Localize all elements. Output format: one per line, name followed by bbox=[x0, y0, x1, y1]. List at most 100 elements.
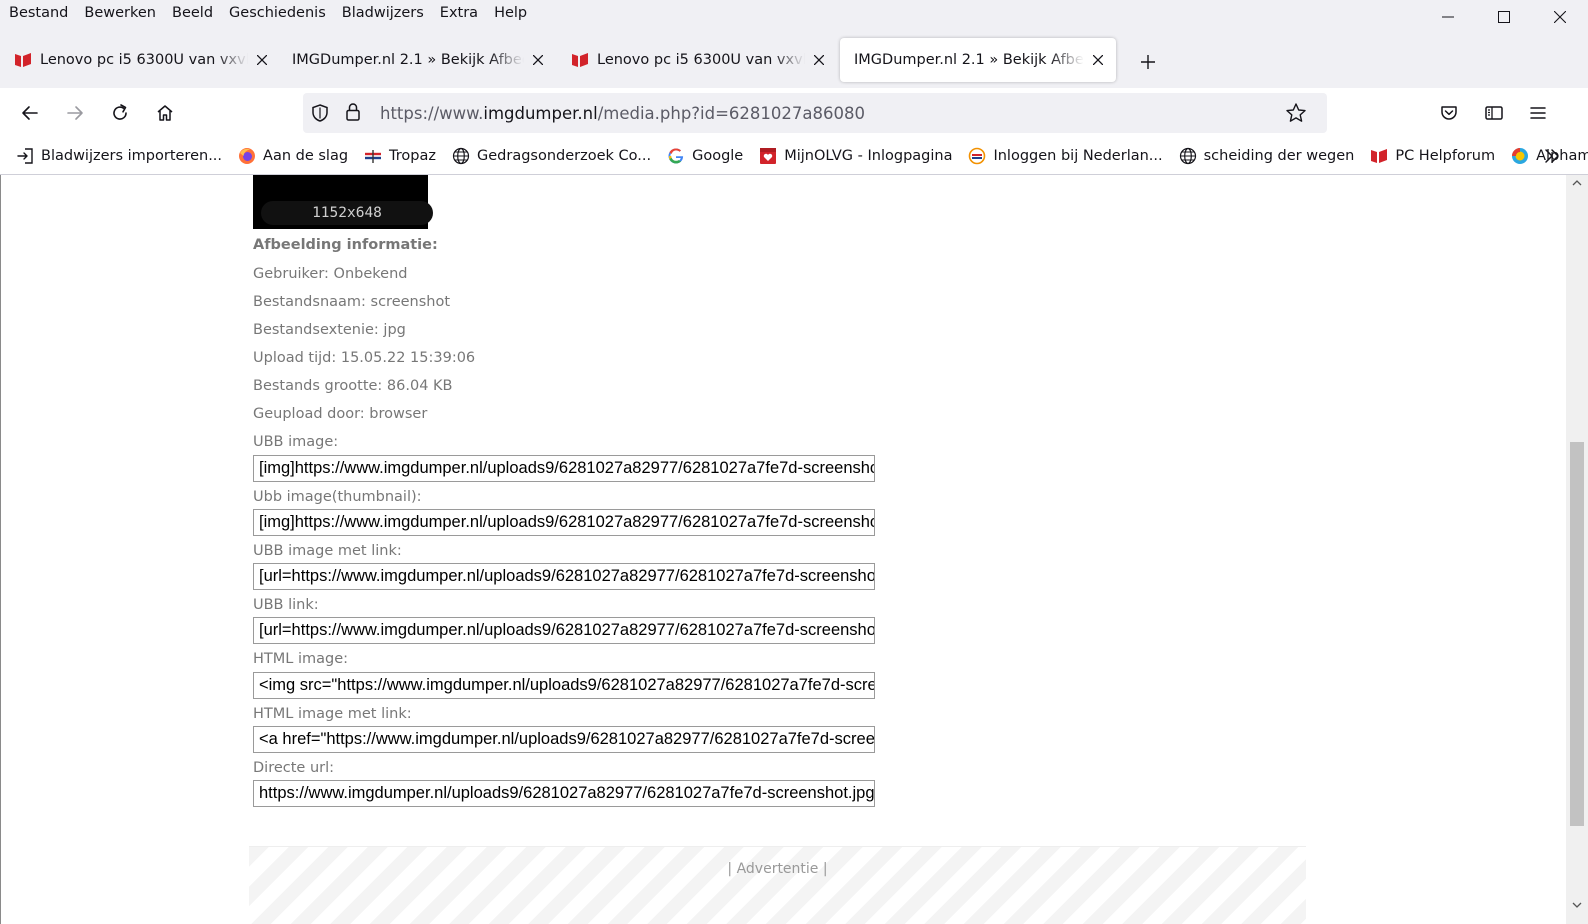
bookmark-label: Tropaz bbox=[389, 148, 436, 164]
sidebar-button[interactable] bbox=[1479, 98, 1509, 128]
star-icon[interactable] bbox=[1285, 102, 1307, 124]
bookmark-label: Inloggen bij Nederlan... bbox=[993, 148, 1163, 164]
bookmark-google[interactable]: Google bbox=[667, 147, 743, 165]
tab-lenovo-2[interactable]: Lenovo pc i5 6300U van vxvk kapot bbox=[557, 38, 837, 82]
chevron-double-right-icon[interactable] bbox=[1542, 146, 1562, 166]
info-extension: Bestandsextenie: jpg bbox=[253, 322, 406, 338]
thumbnail-dimensions: 1152x648 bbox=[261, 201, 433, 225]
field-label-ubb-image: UBB image: bbox=[253, 434, 339, 450]
html-image-link-field[interactable]: <a href="https://www.imgdumper.nl/upload… bbox=[253, 726, 875, 753]
maximize-icon bbox=[1498, 11, 1510, 23]
hamburger-menu-icon bbox=[1530, 107, 1546, 119]
reload-button[interactable] bbox=[105, 98, 135, 128]
sidebar-icon bbox=[1485, 106, 1503, 120]
url-bar[interactable]: https://www.imgdumper.nl/media.php?id=62… bbox=[303, 93, 1327, 133]
bookmark-nederland[interactable]: Inloggen bij Nederlan... bbox=[968, 147, 1163, 165]
menu-bestand[interactable]: Bestand bbox=[0, 1, 76, 25]
shield-icon[interactable] bbox=[310, 103, 330, 123]
forward-button[interactable] bbox=[60, 98, 90, 128]
image-thumbnail[interactable]: 1152x648 bbox=[253, 175, 433, 229]
bookmark-label: Bladwijzers importeren... bbox=[41, 148, 223, 164]
menu-help[interactable]: Help bbox=[486, 1, 535, 25]
ubb-link-field[interactable]: [url=https://www.imgdumper.nl/uploads9/6… bbox=[253, 617, 875, 644]
menu-bewerken[interactable]: Bewerken bbox=[76, 1, 164, 25]
advertisement-label: | Advertentie | bbox=[727, 861, 828, 877]
scrollbar-thumb[interactable] bbox=[1570, 442, 1584, 826]
html-image-field[interactable]: <img src="https://www.imgdumper.nl/uploa… bbox=[253, 672, 875, 699]
ubb-image-link-field[interactable]: [url=https://www.imgdumper.nl/uploads9/6… bbox=[253, 563, 875, 590]
tropaz-icon bbox=[365, 150, 382, 163]
tab-title: IMGDumper.nl 2.1 » Bekijk Afbeelding bbox=[854, 52, 1084, 68]
globe-icon bbox=[452, 147, 470, 165]
firefox-icon bbox=[239, 148, 256, 164]
bookmark-mijnolvg[interactable]: MijnOLVG - Inlogpagina bbox=[759, 147, 952, 165]
tab-title: Lenovo pc i5 6300U van vxvk kapot bbox=[597, 52, 805, 68]
chevron-down-icon[interactable] bbox=[1571, 899, 1583, 911]
tab-imgdumper-active[interactable]: IMGDumper.nl 2.1 » Bekijk Afbeelding bbox=[840, 38, 1116, 82]
menu-bar: Bestand Bewerken Beeld Geschiedenis Blad… bbox=[0, 0, 1588, 26]
tab-close-button[interactable] bbox=[811, 52, 827, 68]
menu-extra[interactable]: Extra bbox=[432, 1, 486, 25]
chevron-up-icon[interactable] bbox=[1571, 177, 1583, 189]
ubb-thumbnail-field[interactable]: [img]https://www.imgdumper.nl/uploads9/6… bbox=[253, 509, 875, 536]
field-label-ubb-image-link: UBB image met link: bbox=[253, 543, 402, 559]
bookmark-tropaz[interactable]: Tropaz bbox=[364, 147, 436, 165]
bookmark-gedragsonderzoek[interactable]: Gedragsonderzoek Co... bbox=[452, 147, 651, 165]
globe-icon bbox=[1179, 147, 1196, 165]
pocket-icon bbox=[1441, 106, 1457, 120]
bookmark-pc-helpforum[interactable]: PC Helpforum bbox=[1370, 147, 1495, 165]
bookmarks-bar: Bladwijzers importeren... Aan de slag Tr… bbox=[0, 138, 1588, 175]
bookmark-label: Google bbox=[692, 148, 744, 164]
home-icon bbox=[157, 105, 173, 121]
reload-icon bbox=[113, 104, 127, 120]
close-icon bbox=[533, 55, 543, 65]
arrow-left-icon bbox=[22, 106, 38, 120]
info-file-size: Bestands grootte: 86.04 KB bbox=[253, 378, 453, 394]
menu-bladwijzers[interactable]: Bladwijzers bbox=[334, 1, 432, 25]
tab-strip: Lenovo pc i5 6300U van vxvk kapot IMGDum… bbox=[0, 26, 1588, 88]
new-tab-button[interactable] bbox=[1136, 50, 1160, 74]
navigation-bar: https://www.imgdumper.nl/media.php?id=62… bbox=[0, 88, 1588, 138]
url-path: /media.php?id=6281027a86080 bbox=[597, 103, 866, 123]
tab-close-button[interactable] bbox=[1090, 52, 1106, 68]
plus-icon bbox=[1141, 55, 1155, 69]
bookmark-scheiding-der-wegen[interactable]: scheiding der wegen bbox=[1179, 147, 1354, 165]
tab-imgdumper-1[interactable]: IMGDumper.nl 2.1 » Bekijk Afbeelding bbox=[278, 38, 556, 82]
arrow-right-icon bbox=[67, 106, 83, 120]
field-label-html-image: HTML image: bbox=[253, 651, 349, 667]
tab-title: IMGDumper.nl 2.1 » Bekijk Afbeelding bbox=[292, 52, 524, 68]
tab-lenovo-1[interactable]: Lenovo pc i5 6300U van vxvk kapot bbox=[0, 38, 280, 82]
field-label-ubb-thumbnail: Ubb image(thumbnail): bbox=[253, 489, 422, 505]
info-upload-time: Upload tijd: 15.05.22 15:39:06 bbox=[253, 350, 476, 366]
bookmark-import[interactable]: Bladwijzers importeren... bbox=[16, 147, 222, 165]
info-filename: Bestandsnaam: screenshot bbox=[253, 294, 451, 310]
tab-close-button[interactable] bbox=[254, 52, 270, 68]
close-icon bbox=[257, 55, 267, 65]
back-button[interactable] bbox=[15, 98, 45, 128]
url-host: imgdumper.nl bbox=[483, 103, 598, 123]
app-menu-button[interactable] bbox=[1523, 98, 1553, 128]
tab-close-button[interactable] bbox=[530, 52, 546, 68]
home-button[interactable] bbox=[150, 98, 180, 128]
minimize-icon bbox=[1442, 16, 1454, 18]
info-user: Gebruiker: Onbekend bbox=[253, 266, 408, 282]
nederland-icon bbox=[969, 147, 986, 165]
lock-icon[interactable] bbox=[344, 102, 362, 122]
menu-geschiedenis[interactable]: Geschiedenis bbox=[221, 1, 334, 25]
bookmark-label: Gedragsonderzoek Co... bbox=[477, 148, 652, 164]
ubb-image-field[interactable]: [img]https://www.imgdumper.nl/uploads9/6… bbox=[253, 455, 875, 482]
close-icon bbox=[1554, 11, 1566, 23]
pc-helpforum-icon bbox=[1371, 149, 1388, 163]
pc-helpforum-icon bbox=[572, 53, 588, 67]
direct-url-field[interactable]: https://www.imgdumper.nl/uploads9/628102… bbox=[253, 780, 875, 807]
pocket-button[interactable] bbox=[1434, 98, 1464, 128]
vertical-scrollbar[interactable] bbox=[1566, 175, 1588, 924]
bookmark-aan-de-slag[interactable]: Aan de slag bbox=[238, 147, 348, 165]
menu-beeld[interactable]: Beeld bbox=[164, 1, 221, 25]
url-text[interactable]: https://www.imgdumper.nl/media.php?id=62… bbox=[380, 104, 865, 123]
import-icon bbox=[17, 148, 33, 164]
bookmark-label: MijnOLVG - Inlogpagina bbox=[784, 148, 953, 164]
page-content: 1152x648 Afbeelding informatie: Gebruike… bbox=[0, 175, 1566, 924]
alphamega-icon bbox=[1512, 148, 1529, 164]
close-icon bbox=[814, 55, 824, 65]
